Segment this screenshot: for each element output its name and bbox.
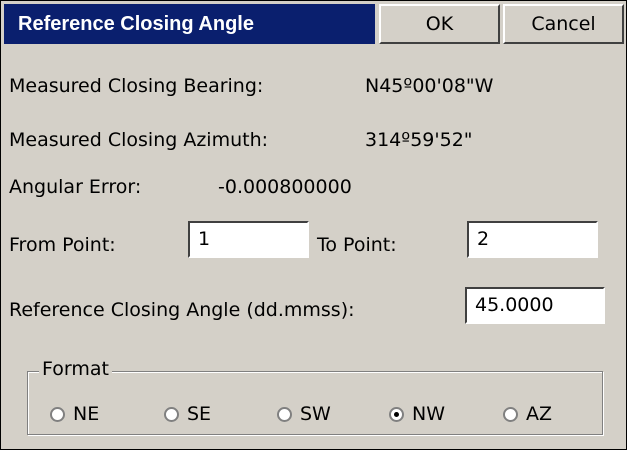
format-radio-label: NW [412, 403, 445, 425]
format-radio-label: NE [73, 403, 100, 425]
format-radio-sw[interactable]: SW [277, 402, 331, 426]
title-bar: Reference Closing Angle [4, 4, 375, 44]
reference-closing-angle-dialog: Reference Closing Angle OK Cancel Measur… [0, 0, 627, 450]
measured-azimuth-value: 314º59'52" [365, 129, 473, 151]
angular-error-value: -0.000800000 [218, 176, 352, 198]
format-radio-se[interactable]: SE [164, 402, 211, 426]
reference-angle-field[interactable]: 45.0000 [465, 287, 605, 324]
to-point-label: To Point: [317, 234, 397, 256]
reference-angle-label: Reference Closing Angle (dd.mmss): [9, 299, 355, 321]
radio-button-selected-icon [389, 406, 404, 422]
format-legend: Format [39, 358, 112, 380]
format-radio-label: AZ [526, 403, 553, 425]
format-radio-label: SW [300, 403, 331, 425]
measured-azimuth-label: Measured Closing Azimuth: [9, 129, 269, 151]
to-point-field[interactable]: 2 [467, 221, 598, 258]
format-radio-nw[interactable]: NW [389, 402, 445, 426]
ok-button[interactable]: OK [379, 4, 500, 44]
from-point-field[interactable]: 1 [188, 221, 309, 258]
dialog-title: Reference Closing Angle [18, 13, 254, 35]
from-point-label: From Point: [9, 234, 116, 256]
measured-bearing-value: N45º00'08"W [365, 75, 494, 97]
radio-button-icon [164, 406, 179, 422]
radio-button-icon [503, 406, 518, 422]
radio-button-icon [50, 406, 65, 422]
measured-bearing-label: Measured Closing Bearing: [9, 75, 264, 97]
cancel-button[interactable]: Cancel [503, 4, 624, 44]
format-radio-ne[interactable]: NE [50, 402, 99, 426]
format-radio-label: SE [187, 403, 212, 425]
angular-error-label: Angular Error: [9, 176, 142, 198]
format-radio-az[interactable]: AZ [503, 402, 552, 426]
radio-button-icon [277, 406, 292, 422]
